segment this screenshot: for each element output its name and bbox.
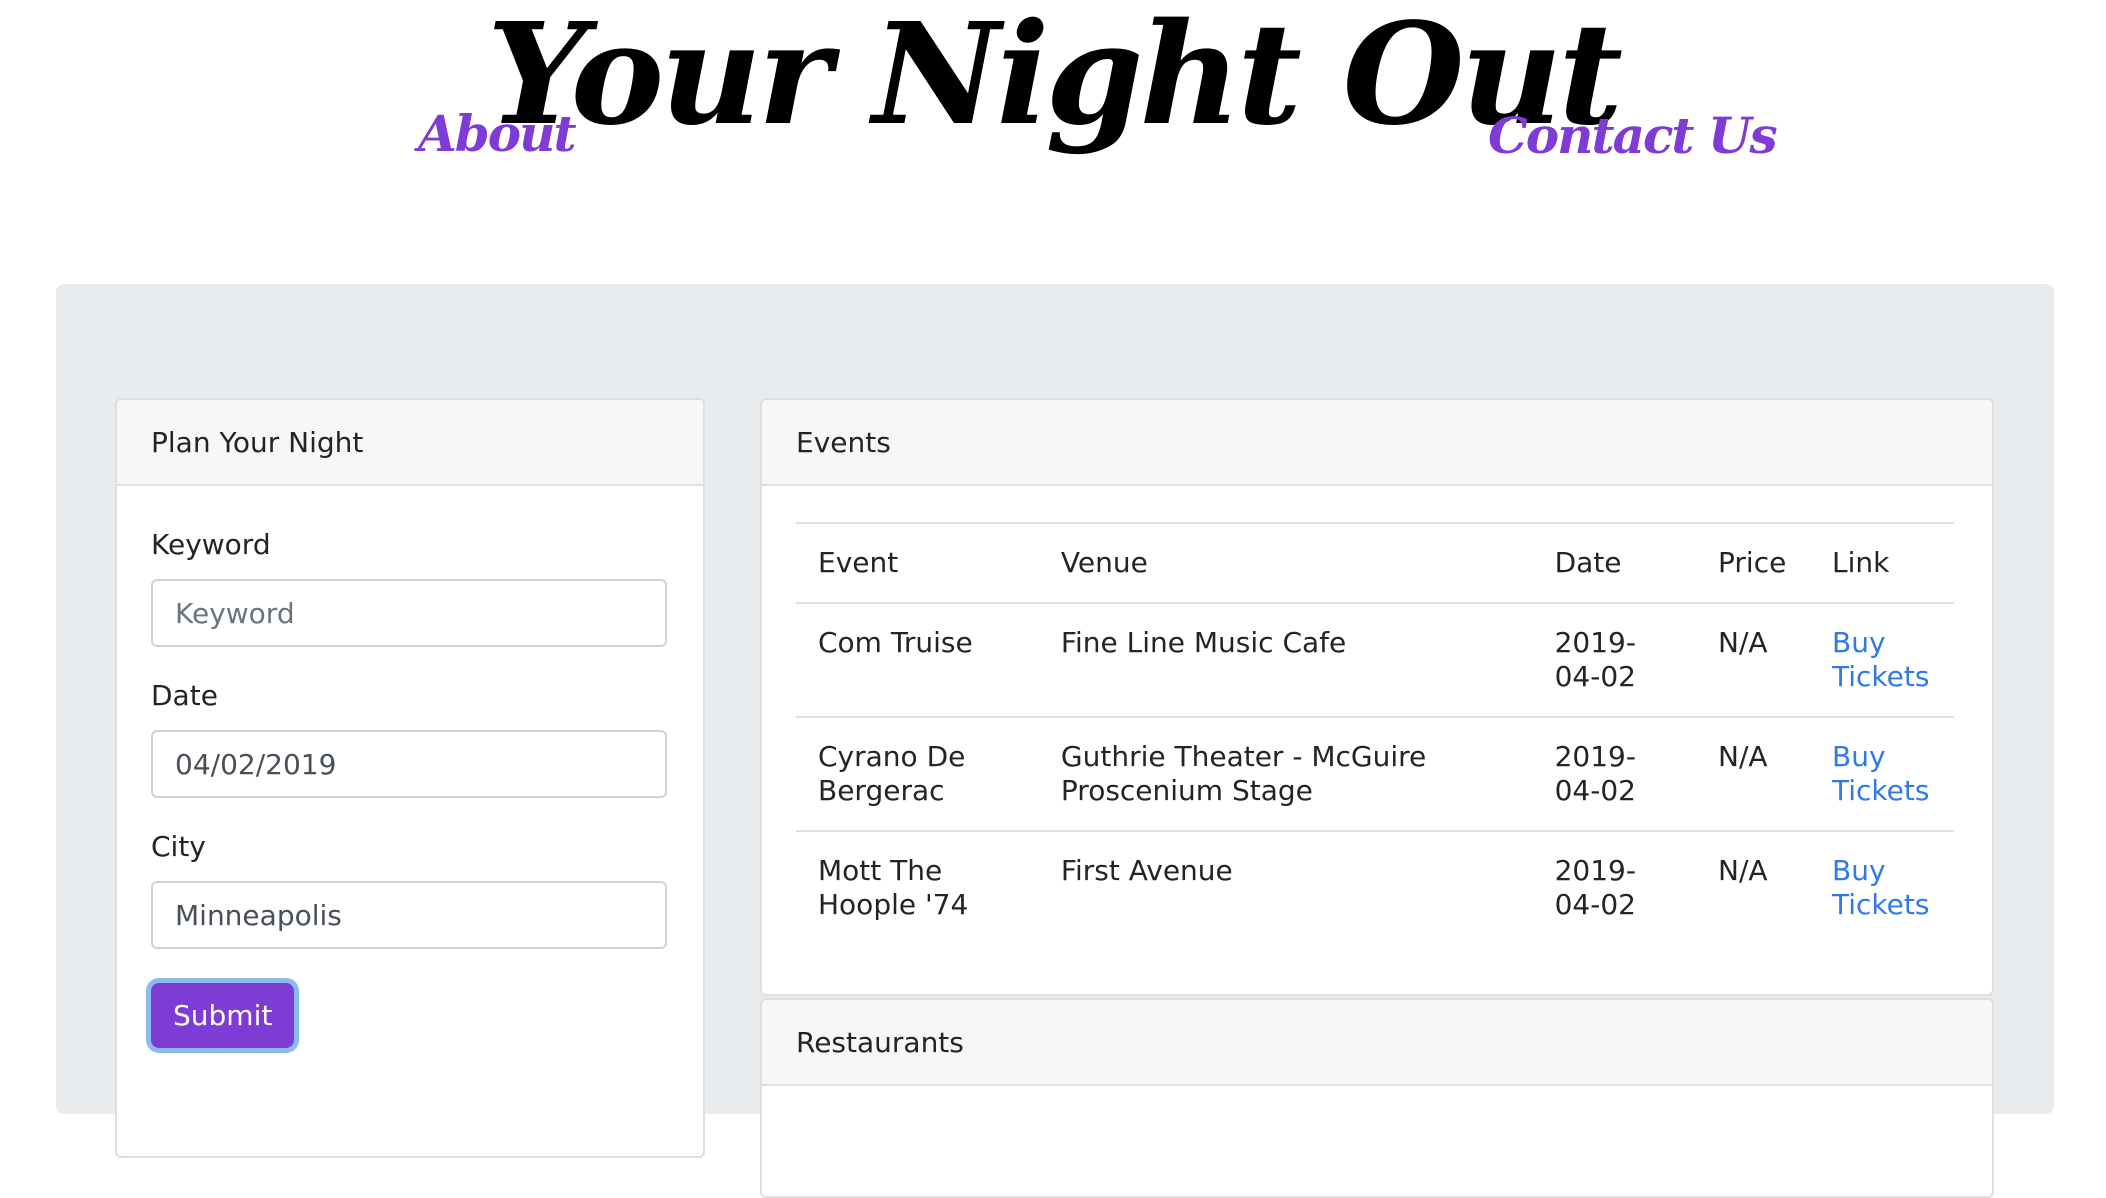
column-header-link: Link bbox=[1810, 522, 1954, 604]
plan-form: Keyword Date City Submit bbox=[117, 486, 703, 1048]
table-row: Mott The Hoople '74 First Avenue 2019-04… bbox=[796, 831, 1954, 944]
event-date: 2019-04-02 bbox=[1532, 603, 1697, 718]
keyword-input[interactable] bbox=[151, 579, 667, 647]
event-name: Com Truise bbox=[796, 603, 1039, 718]
keyword-label: Keyword bbox=[151, 528, 271, 561]
event-link-cell: Buy Tickets bbox=[1810, 831, 1954, 944]
event-date: 2019-04-02 bbox=[1532, 717, 1697, 832]
event-name: Cyrano De Bergerac bbox=[796, 717, 1039, 832]
table-row: Cyrano De Bergerac Guthrie Theater - McG… bbox=[796, 717, 1954, 832]
city-label: City bbox=[151, 830, 206, 863]
event-price: N/A bbox=[1696, 717, 1810, 832]
column-header-event: Event bbox=[796, 522, 1039, 604]
date-input[interactable] bbox=[151, 730, 667, 798]
table-row: Com Truise Fine Line Music Cafe 2019-04-… bbox=[796, 603, 1954, 718]
plan-card: Plan Your Night Keyword Date City Submit bbox=[115, 398, 705, 1158]
submit-button[interactable]: Submit bbox=[151, 983, 295, 1048]
restaurants-card-title: Restaurants bbox=[762, 1000, 1992, 1086]
plan-card-title: Plan Your Night bbox=[117, 400, 703, 486]
restaurants-card: Restaurants bbox=[760, 998, 1994, 1198]
event-link-cell: Buy Tickets bbox=[1810, 717, 1954, 832]
date-label: Date bbox=[151, 679, 218, 712]
event-name: Mott The Hoople '74 bbox=[818, 854, 969, 921]
events-table-wrap: Event Venue Date Price Link Com Truise F… bbox=[762, 486, 1992, 944]
table-header-row: Event Venue Date Price Link bbox=[796, 522, 1954, 604]
column-header-date: Date bbox=[1532, 522, 1697, 604]
event-venue: Guthrie Theater - McGuire Proscenium Sta… bbox=[1038, 717, 1533, 832]
site-title: Your Night Out bbox=[486, 0, 1623, 157]
main-panel: Plan Your Night Keyword Date City Submit… bbox=[56, 284, 2054, 1198]
buy-tickets-link[interactable]: Buy Tickets bbox=[1832, 626, 1929, 693]
event-date: 2019-04-02 bbox=[1554, 854, 1636, 921]
event-price: N/A bbox=[1696, 603, 1810, 718]
column-header-venue: Venue bbox=[1038, 522, 1533, 604]
event-venue: Fine Line Music Cafe bbox=[1038, 603, 1533, 718]
nav-contact-link[interactable]: Contact Us bbox=[1488, 106, 1778, 165]
events-card: Events Event Venue Date Price Link Com T… bbox=[760, 398, 1994, 996]
buy-tickets-link[interactable]: Buy Tickets bbox=[1832, 854, 1929, 921]
event-price: N/A bbox=[1718, 854, 1768, 887]
events-table: Event Venue Date Price Link Com Truise F… bbox=[796, 522, 1954, 944]
event-link-cell: Buy Tickets bbox=[1810, 603, 1954, 718]
column-header-price: Price bbox=[1696, 522, 1810, 604]
events-card-title: Events bbox=[762, 400, 1992, 486]
buy-tickets-link[interactable]: Buy Tickets bbox=[1832, 740, 1929, 807]
city-input[interactable] bbox=[151, 881, 667, 949]
event-venue: First Avenue bbox=[1060, 854, 1233, 887]
site-header: About Your Night Out Contact Us bbox=[0, 0, 2106, 284]
